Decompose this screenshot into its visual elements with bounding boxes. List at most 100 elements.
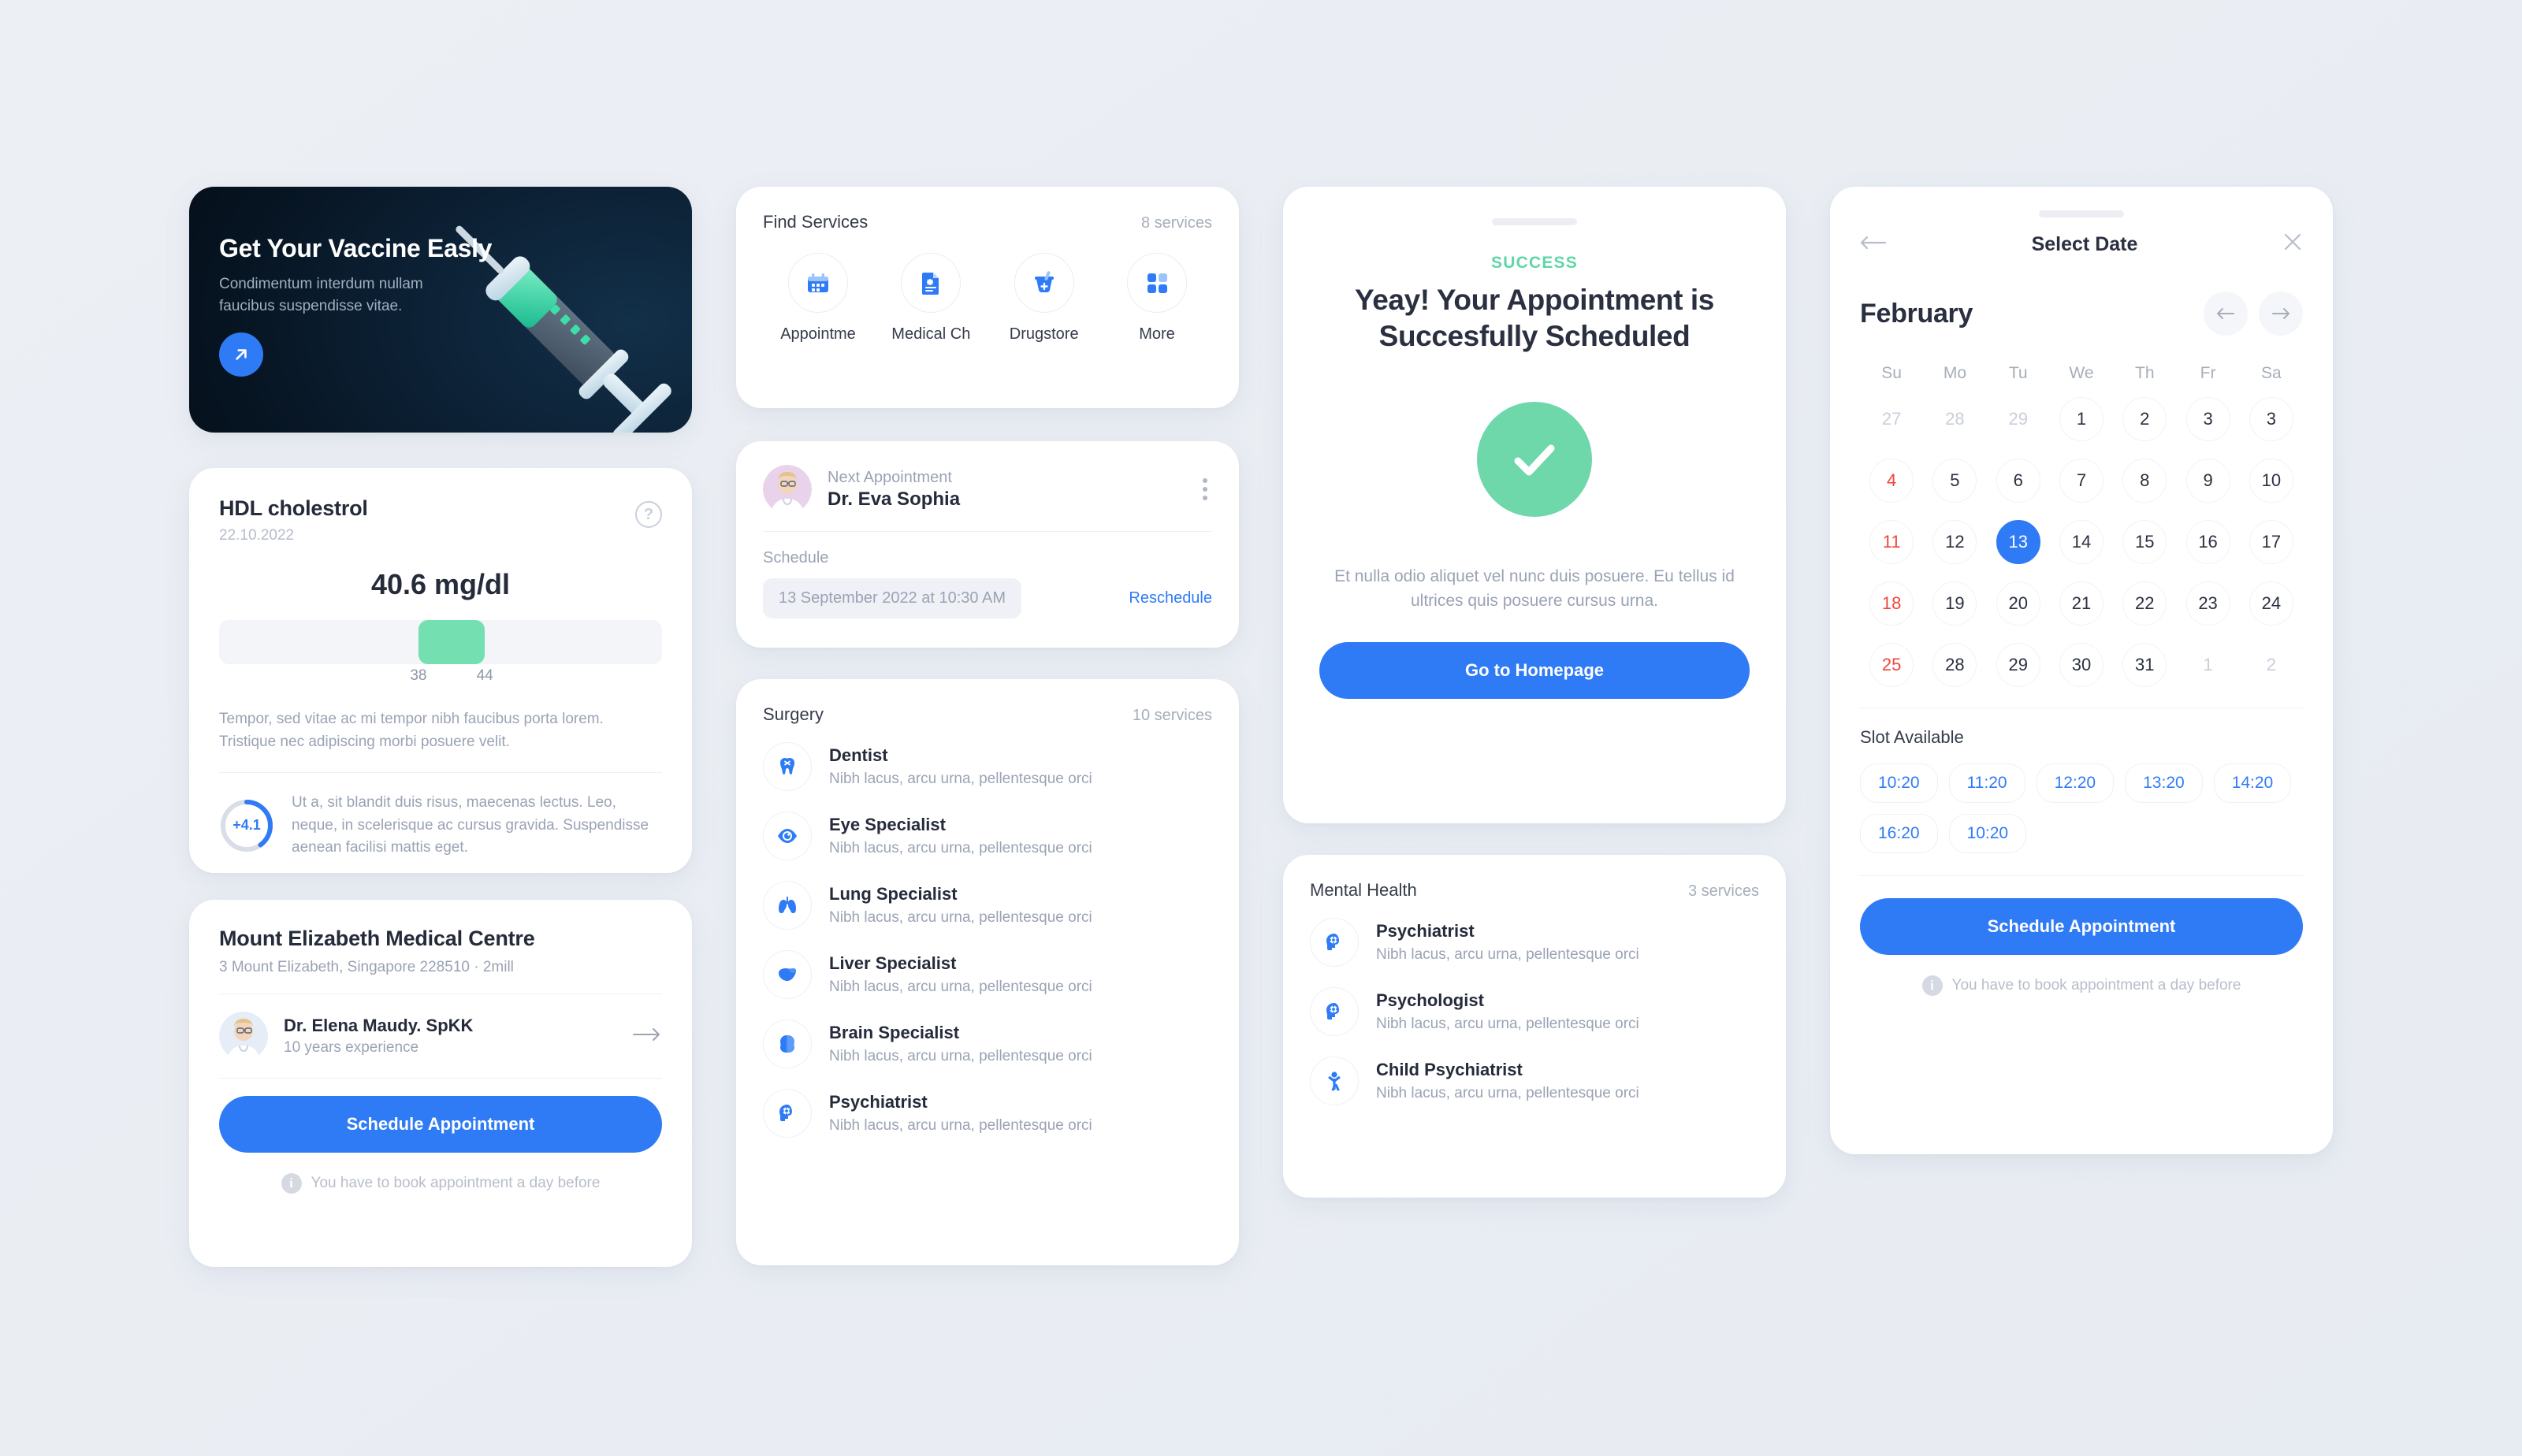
calendar-day-31[interactable]: 31 xyxy=(2122,643,2167,687)
list-item-title: Psychiatrist xyxy=(1376,921,1475,941)
surgery-header: Surgery 10 services xyxy=(763,704,1212,725)
list-item[interactable]: Lung Specialist Nibh lacus, arcu urna, p… xyxy=(763,881,1212,930)
list-item[interactable]: Psychiatrist Nibh lacus, arcu urna, pell… xyxy=(1310,918,1759,967)
arrow-right-icon[interactable] xyxy=(632,1027,662,1046)
calendar-day-25[interactable]: 25 xyxy=(1869,643,1914,687)
calendar-day-8[interactable]: 8 xyxy=(2122,459,2167,503)
calendar-day-28[interactable]: 28 xyxy=(1932,643,1977,687)
weekday-label: Tu xyxy=(2008,364,2028,382)
calendar-day-17[interactable]: 17 xyxy=(2249,520,2293,564)
weekday-label: Sa xyxy=(2261,364,2282,382)
calendar-day-23[interactable]: 23 xyxy=(2185,581,2230,626)
hdl-description: Tempor, sed vitae ac mi tempor nibh fauc… xyxy=(219,711,604,750)
vaccine-cta-button[interactable] xyxy=(219,332,263,377)
service-appointment[interactable]: Appointme xyxy=(763,253,873,344)
calendar-day-13[interactable]: 13 xyxy=(1996,520,2040,564)
list-item-title: Brain Specialist xyxy=(829,1023,960,1042)
calendar-cell: 5 xyxy=(1923,455,1986,506)
slot-option[interactable]: 10:20 xyxy=(1948,814,2027,853)
calendar-cell: 19 xyxy=(1923,578,1986,629)
list-item[interactable]: Psychologist Nibh lacus, arcu urna, pell… xyxy=(1310,987,1759,1036)
calendar-day-7[interactable]: 7 xyxy=(2059,459,2104,503)
calendar-day-22[interactable]: 22 xyxy=(2122,581,2167,626)
vaccine-banner-card[interactable]: Get Your Vaccine Easly Condimentum inter… xyxy=(189,187,692,433)
calendar-day-20[interactable]: 20 xyxy=(1996,581,2040,626)
calendar-day-16[interactable]: 16 xyxy=(2185,520,2230,564)
slot-option[interactable]: 14:20 xyxy=(2213,763,2292,803)
service-more[interactable]: More xyxy=(1102,253,1212,344)
booking-note: i You have to book appointment a day bef… xyxy=(219,1173,662,1194)
calendar-day-9[interactable]: 9 xyxy=(2185,459,2230,503)
calendar-day-11[interactable]: 11 xyxy=(1869,520,1914,564)
doctor-row[interactable]: Dr. Elena Maudy. SpKK 10 years experienc… xyxy=(219,1012,662,1060)
calendar-grid: 27 28 29 1 2 3 3 4 5 6 7 8 9 10 11 12 13 14 15 16 17 18 19 20 21… xyxy=(1860,394,2303,690)
calendar-icon xyxy=(788,253,848,313)
calendar-day-29[interactable]: 29 xyxy=(1996,643,2040,687)
calendar-day-5[interactable]: 5 xyxy=(1932,459,1977,503)
schedule-appointment-button[interactable]: Schedule Appointment xyxy=(1860,898,2303,955)
list-item[interactable]: Brain Specialist Nibh lacus, arcu urna, … xyxy=(763,1020,1212,1068)
schedule-value[interactable]: 13 September 2022 at 10:30 AM xyxy=(763,578,1021,618)
list-item[interactable]: Eye Specialist Nibh lacus, arcu urna, pe… xyxy=(763,812,1212,860)
list-item[interactable]: Liver Specialist Nibh lacus, arcu urna, … xyxy=(763,950,1212,999)
hdl-title: HDL cholestrol 22.10.2022 xyxy=(219,496,662,544)
calendar-day-15[interactable]: 15 xyxy=(2122,520,2167,564)
calendar-day-4[interactable]: 4 xyxy=(1869,459,1914,503)
clinic-card: Mount Elizabeth Medical Centre 3 Mount E… xyxy=(189,900,692,1267)
calendar-day-21[interactable]: 21 xyxy=(2059,581,2104,626)
calendar-day-30[interactable]: 30 xyxy=(2059,643,2104,687)
next-month-button[interactable] xyxy=(2259,292,2303,336)
kebab-menu-icon[interactable] xyxy=(1198,474,1212,505)
hdl-date: 22.10.2022 xyxy=(219,527,295,544)
calendar-day-19[interactable]: 19 xyxy=(1932,581,1977,626)
schedule-appointment-button[interactable]: Schedule Appointment xyxy=(219,1096,662,1153)
slot-option[interactable]: 12:20 xyxy=(2036,763,2115,803)
calendar-day-2[interactable]: 2 xyxy=(2122,397,2167,441)
reschedule-link[interactable]: Reschedule xyxy=(1129,589,1212,607)
surgery-list: Dentist Nibh lacus, arcu urna, pellentes… xyxy=(763,742,1212,1138)
go-to-homepage-button[interactable]: Go to Homepage xyxy=(1319,641,1750,699)
calendar-day-1: 1 xyxy=(2203,655,2213,674)
close-icon[interactable] xyxy=(2282,232,2303,257)
list-item-title: Psychologist xyxy=(1376,990,1484,1010)
slot-option[interactable]: 10:20 xyxy=(1860,763,1938,803)
service-medical-check[interactable]: Medical Ch xyxy=(876,253,986,344)
arrow-left-icon[interactable] xyxy=(1860,234,1887,255)
sheet-grab-handle[interactable] xyxy=(2039,210,2124,217)
slot-option[interactable]: 13:20 xyxy=(2125,763,2203,803)
question-mark-icon[interactable]: ? xyxy=(635,501,662,528)
calendar-day-10[interactable]: 10 xyxy=(2249,459,2293,503)
weekday-label: Mo xyxy=(1943,364,1967,382)
hdl-range-low: 38 xyxy=(410,667,427,684)
calendar-day-24[interactable]: 24 xyxy=(2249,581,2293,626)
liver-icon xyxy=(763,950,812,999)
mental-health-heading: Mental Health xyxy=(1310,880,1417,900)
calendar-day-1[interactable]: 1 xyxy=(2059,397,2104,441)
list-item[interactable]: Dentist Nibh lacus, arcu urna, pellentes… xyxy=(763,742,1212,791)
calendar-day-6[interactable]: 6 xyxy=(1996,459,2040,503)
calendar-day-3[interactable]: 3 xyxy=(2249,397,2293,441)
calendar-day-12[interactable]: 12 xyxy=(1932,520,1977,564)
calendar-day-18[interactable]: 18 xyxy=(1869,581,1914,626)
hdl-range-bar xyxy=(219,620,662,664)
calendar-cell: 12 xyxy=(1923,517,1986,567)
calendar-week-row: 18 19 20 21 22 23 24 xyxy=(1860,578,2303,629)
slot-option[interactable]: 11:20 xyxy=(1948,763,2025,803)
calendar-cell: 28 xyxy=(1923,394,1986,444)
weekday-label: Su xyxy=(1881,364,1902,382)
service-drugstore[interactable]: Drugstore xyxy=(989,253,1099,344)
list-item[interactable]: Psychiatrist Nibh lacus, arcu urna, pell… xyxy=(763,1089,1212,1138)
arrow-up-right-icon xyxy=(236,349,247,360)
brain-icon xyxy=(763,1020,812,1068)
list-item[interactable]: Child Psychiatrist Nibh lacus, arcu urna… xyxy=(1310,1057,1759,1105)
prev-month-button[interactable] xyxy=(2204,292,2248,336)
slot-list: 10:20 11:20 12:20 13:20 14:20 16:20 10:20 xyxy=(1860,763,2303,853)
slot-option[interactable]: 16:20 xyxy=(1860,814,1938,853)
calendar-cell: 28 xyxy=(1923,640,1986,690)
calendar-day-14[interactable]: 14 xyxy=(2059,520,2104,564)
calendar-day-3[interactable]: 3 xyxy=(2185,397,2230,441)
sheet-grab-handle[interactable] xyxy=(1492,218,1577,225)
app-canvas: Get Your Vaccine Easly Condimentum inter… xyxy=(0,0,2522,1456)
success-title: Yeay! Your Appointment is Succesfully Sc… xyxy=(1354,284,1714,352)
weekday-label: Fr xyxy=(2200,364,2216,382)
